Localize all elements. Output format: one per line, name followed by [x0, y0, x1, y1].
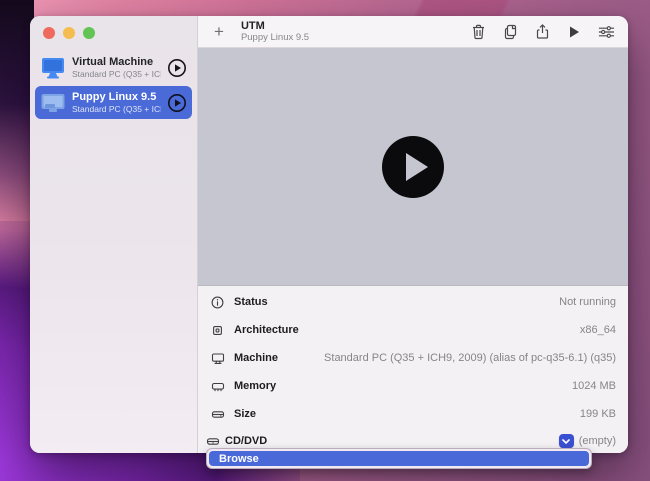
vm-item-text: Puppy Linux 9.5 Standard PC (Q35 + ICH…	[72, 91, 161, 114]
detail-value: x86_64	[580, 324, 616, 336]
detail-label: Memory	[234, 380, 276, 392]
vm-preview-area	[198, 48, 628, 285]
cpu-icon	[210, 323, 225, 338]
vm-item-text: Virtual Machine Standard PC (Q35 + ICH…	[72, 56, 161, 79]
detail-label: Machine	[234, 352, 278, 364]
menu-item-browse[interactable]: Browse	[209, 451, 589, 466]
vm-display-icon	[40, 57, 66, 79]
vm-run-icon[interactable]	[167, 93, 187, 113]
wallpaper-dark-corner	[0, 0, 34, 230]
detail-row-size: Size 199 KB	[210, 400, 616, 428]
vm-name: Virtual Machine	[72, 56, 161, 69]
toolbar-title-block: UTM Puppy Linux 9.5	[241, 20, 309, 43]
app-title: UTM	[241, 20, 309, 32]
drive-icon	[210, 407, 225, 422]
toolbar-actions	[470, 24, 614, 40]
run-vm-icon[interactable]	[566, 24, 582, 40]
close-window-button[interactable]	[43, 27, 55, 39]
settings-sliders-icon[interactable]	[598, 24, 614, 40]
detail-row-memory: Memory 1024 MB	[210, 372, 616, 400]
vm-list-item-puppy-linux[interactable]: Puppy Linux 9.5 Standard PC (Q35 + ICH…	[35, 86, 192, 119]
detail-row-machine: Machine Standard PC (Q35 + ICH9, 2009) (…	[210, 344, 616, 372]
display-icon	[210, 351, 225, 366]
duplicate-icon[interactable]	[502, 24, 518, 40]
cd-dvd-dropdown-menu: Browse	[206, 448, 592, 469]
vm-spec: Standard PC (Q35 + ICH…	[72, 69, 161, 79]
start-vm-play-button[interactable]	[382, 136, 444, 198]
share-icon[interactable]	[534, 24, 550, 40]
minimize-window-button[interactable]	[63, 27, 75, 39]
trash-icon[interactable]	[470, 24, 486, 40]
detail-value: Standard PC (Q35 + ICH9, 2009) (alias of…	[324, 352, 616, 364]
detail-label: Architecture	[234, 324, 299, 336]
cd-dvd-controls: (empty)	[559, 434, 616, 448]
vm-list-item-virtual-machine[interactable]: Virtual Machine Standard PC (Q35 + ICH…	[35, 51, 192, 84]
vm-screenshot-thumbnail	[40, 92, 66, 114]
vm-spec: Standard PC (Q35 + ICH…	[72, 104, 161, 114]
add-vm-button[interactable]: +	[214, 23, 224, 40]
detail-value: Not running	[559, 296, 616, 308]
detail-row-status: Status Not running	[210, 288, 616, 316]
detail-label: Status	[234, 296, 268, 308]
vm-name: Puppy Linux 9.5	[72, 91, 161, 104]
detail-label: Size	[234, 408, 256, 420]
memory-icon	[210, 379, 225, 394]
detail-value: 1024 MB	[572, 380, 616, 392]
zoom-window-button[interactable]	[83, 27, 95, 39]
vm-run-icon[interactable]	[167, 58, 187, 78]
selected-vm-subtitle: Puppy Linux 9.5	[241, 32, 309, 43]
utm-window: Virtual Machine Standard PC (Q35 + ICH…	[30, 16, 628, 453]
detail-row-architecture: Architecture x86_64	[210, 316, 616, 344]
vm-details-panel: Status Not running Architecture x86_64 M…	[198, 285, 628, 453]
vm-list: Virtual Machine Standard PC (Q35 + ICH…	[30, 51, 197, 119]
vm-sidebar: Virtual Machine Standard PC (Q35 + ICH…	[30, 16, 198, 453]
info-icon	[210, 295, 225, 310]
cd-dvd-dropdown-button[interactable]	[559, 434, 574, 448]
cd-dvd-value: (empty)	[579, 435, 616, 447]
toolbar: + UTM Puppy Linux 9.5	[198, 16, 628, 48]
detail-value: 199 KB	[580, 408, 616, 420]
window-controls	[30, 16, 197, 39]
cd-drive-icon	[205, 434, 220, 449]
detail-label: CD/DVD	[225, 435, 267, 447]
